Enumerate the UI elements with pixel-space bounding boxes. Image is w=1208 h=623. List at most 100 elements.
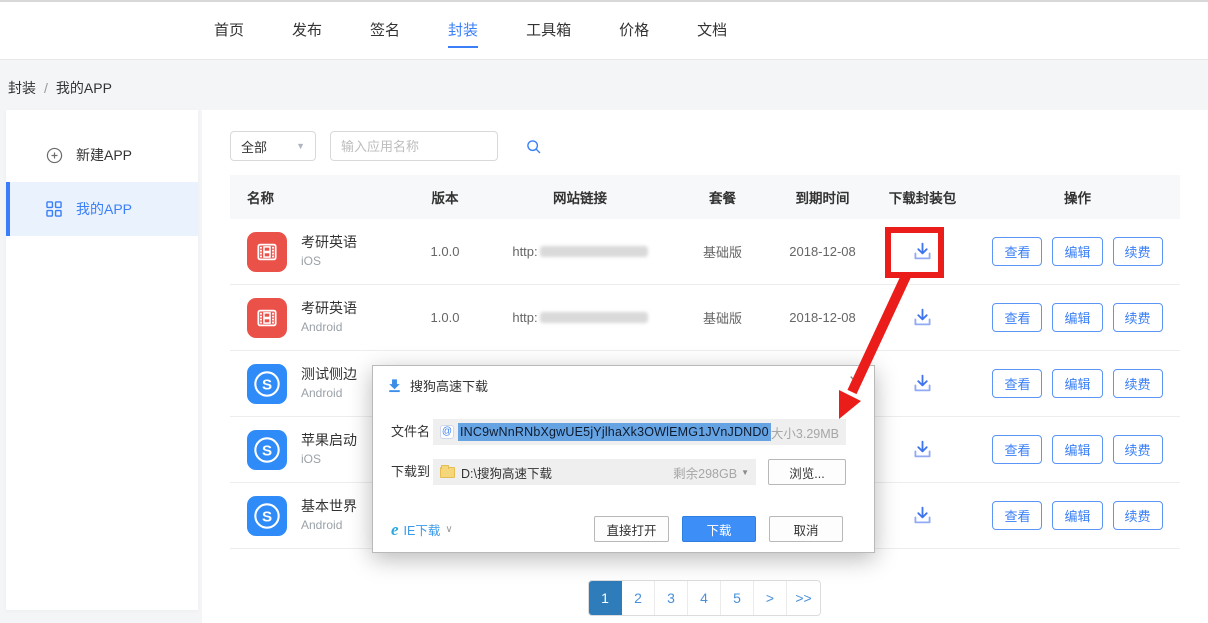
app-name: 考研英语 <box>301 234 357 252</box>
breadcrumb: 封装/我的APP <box>8 78 112 98</box>
category-select-value: 全部 <box>241 137 267 156</box>
sidebar-item[interactable]: 新建APP <box>6 128 198 182</box>
expiry-date: 2018-12-08 <box>775 310 870 325</box>
file-size: 大小3.29MB <box>771 423 839 442</box>
app-icon: S <box>247 430 287 470</box>
nav-item[interactable]: 封装 <box>424 2 502 60</box>
column-header: 套餐 <box>670 187 775 207</box>
search-input[interactable] <box>331 139 525 154</box>
breadcrumb-item[interactable]: 封装 <box>8 80 36 96</box>
edit-button[interactable]: 编辑 <box>1052 237 1102 266</box>
renew-button[interactable]: 续费 <box>1113 237 1163 266</box>
renew-button[interactable]: 续费 <box>1113 435 1163 464</box>
column-header: 版本 <box>400 187 490 207</box>
search-box <box>330 131 498 161</box>
app-version: 1.0.0 <box>400 310 490 325</box>
dialog-title: 搜狗高速下载 <box>410 376 488 395</box>
nav-item[interactable]: 文档 <box>673 2 751 60</box>
expiry-date: 2018-12-08 <box>775 244 870 259</box>
view-button[interactable]: 查看 <box>992 237 1042 266</box>
renew-button[interactable]: 续费 <box>1113 303 1163 332</box>
svg-text:S: S <box>262 508 272 525</box>
table-row: S 考研英语 iOS 1.0.0 http: 基础版 2018-12-08 查看… <box>230 219 1180 285</box>
view-button[interactable]: 查看 <box>992 303 1042 332</box>
svg-text:S: S <box>262 376 272 393</box>
filename-field[interactable]: @ INC9wNnRNbXgwUE5jYjlhaXk3OWlEMG1JVnJDN… <box>433 419 846 445</box>
renew-button[interactable]: 续费 <box>1113 369 1163 398</box>
search-icon[interactable] <box>525 138 542 155</box>
view-button[interactable]: 查看 <box>992 369 1042 398</box>
website-link: http: <box>512 244 647 259</box>
renew-button[interactable]: 续费 <box>1113 501 1163 530</box>
breadcrumb-separator: / <box>44 80 48 96</box>
dialog-title-bar: 搜狗高速下载 <box>387 376 488 395</box>
cancel-button[interactable]: 取消 <box>769 516 843 542</box>
nav-item[interactable]: 发布 <box>268 2 346 60</box>
app-platform: Android <box>301 518 357 533</box>
next-page-button[interactable]: > <box>754 581 787 615</box>
app-icon: S <box>247 232 287 272</box>
s-logo-icon: S <box>253 436 281 464</box>
filename-value[interactable]: INC9wNnRNbXgwUE5jYjlhaXk3OWlEMG1JVnJDND0 <box>458 423 771 441</box>
view-button[interactable]: 查看 <box>992 501 1042 530</box>
category-select[interactable]: 全部 ▼ <box>230 131 316 161</box>
page-1[interactable]: 1 <box>589 581 622 615</box>
column-header: 网站链接 <box>490 187 670 207</box>
page-4[interactable]: 4 <box>688 581 721 615</box>
download-icon <box>387 378 402 393</box>
redacted-link <box>540 246 648 257</box>
plan: 基础版 <box>670 308 775 327</box>
caret-down-icon: ▼ <box>741 468 749 477</box>
destination-field[interactable]: D:\搜狗高速下载 剩余298GB▼ <box>433 459 756 485</box>
film-icon <box>254 305 280 331</box>
app-icon: S <box>247 496 287 536</box>
top-header: 首页发布签名封装工具箱价格文档 <box>0 2 1208 60</box>
download-button[interactable]: 下载 <box>682 516 756 542</box>
s-logo-icon: S <box>253 370 281 398</box>
space-remaining[interactable]: 剩余298GB▼ <box>673 463 749 482</box>
nav-item[interactable]: 价格 <box>595 2 673 60</box>
app-name: 测试侧边 <box>301 366 357 384</box>
column-header: 名称 <box>230 187 400 207</box>
download-package-button[interactable] <box>907 368 938 399</box>
page-5[interactable]: 5 <box>721 581 754 615</box>
close-icon[interactable]: × <box>849 372 860 391</box>
chevron-down-icon: ∨ <box>445 524 452 535</box>
view-button[interactable]: 查看 <box>992 435 1042 464</box>
download-package-button[interactable] <box>907 500 938 531</box>
nav-item[interactable]: 工具箱 <box>502 2 595 60</box>
page-2[interactable]: 2 <box>622 581 655 615</box>
column-header: 到期时间 <box>775 187 870 207</box>
caret-down-icon: ▼ <box>296 141 305 151</box>
open-directly-button[interactable]: 直接打开 <box>594 516 669 542</box>
row-actions: 查看编辑续费 <box>975 369 1180 398</box>
browse-button[interactable]: 浏览... <box>768 459 846 485</box>
download-package-button[interactable] <box>907 434 938 465</box>
edit-button[interactable]: 编辑 <box>1052 303 1102 332</box>
download-package-button[interactable] <box>907 302 938 333</box>
column-header: 操作 <box>975 187 1180 207</box>
sidebar-item[interactable]: 我的APP <box>6 182 198 236</box>
filename-label: 文件名 <box>391 419 430 445</box>
svg-text:S: S <box>262 442 272 459</box>
app-platform: iOS <box>301 254 357 269</box>
pagination: 12345>>> <box>588 580 821 616</box>
nav-item[interactable]: 首页 <box>190 2 268 60</box>
edit-button[interactable]: 编辑 <box>1052 369 1102 398</box>
sidebar-item-label: 新建APP <box>76 145 132 165</box>
last-page-button[interactable]: >> <box>787 581 820 615</box>
row-actions: 查看编辑续费 <box>975 237 1180 266</box>
file-type-icon: @ <box>440 425 454 439</box>
column-header: 下载封装包 <box>870 187 975 207</box>
ie-download-dropdown[interactable]: e IE下载 ∨ <box>391 516 453 542</box>
website-link: http: <box>512 310 647 325</box>
destination-path: D:\搜狗高速下载 <box>461 463 552 482</box>
edit-button[interactable]: 编辑 <box>1052 501 1102 530</box>
row-actions: 查看编辑续费 <box>975 501 1180 530</box>
edit-button[interactable]: 编辑 <box>1052 435 1102 464</box>
page-3[interactable]: 3 <box>655 581 688 615</box>
ie-download-label: IE下载 <box>404 520 441 539</box>
app-name: 基本世界 <box>301 498 357 516</box>
nav-item[interactable]: 签名 <box>346 2 424 60</box>
grid-icon <box>44 199 64 219</box>
